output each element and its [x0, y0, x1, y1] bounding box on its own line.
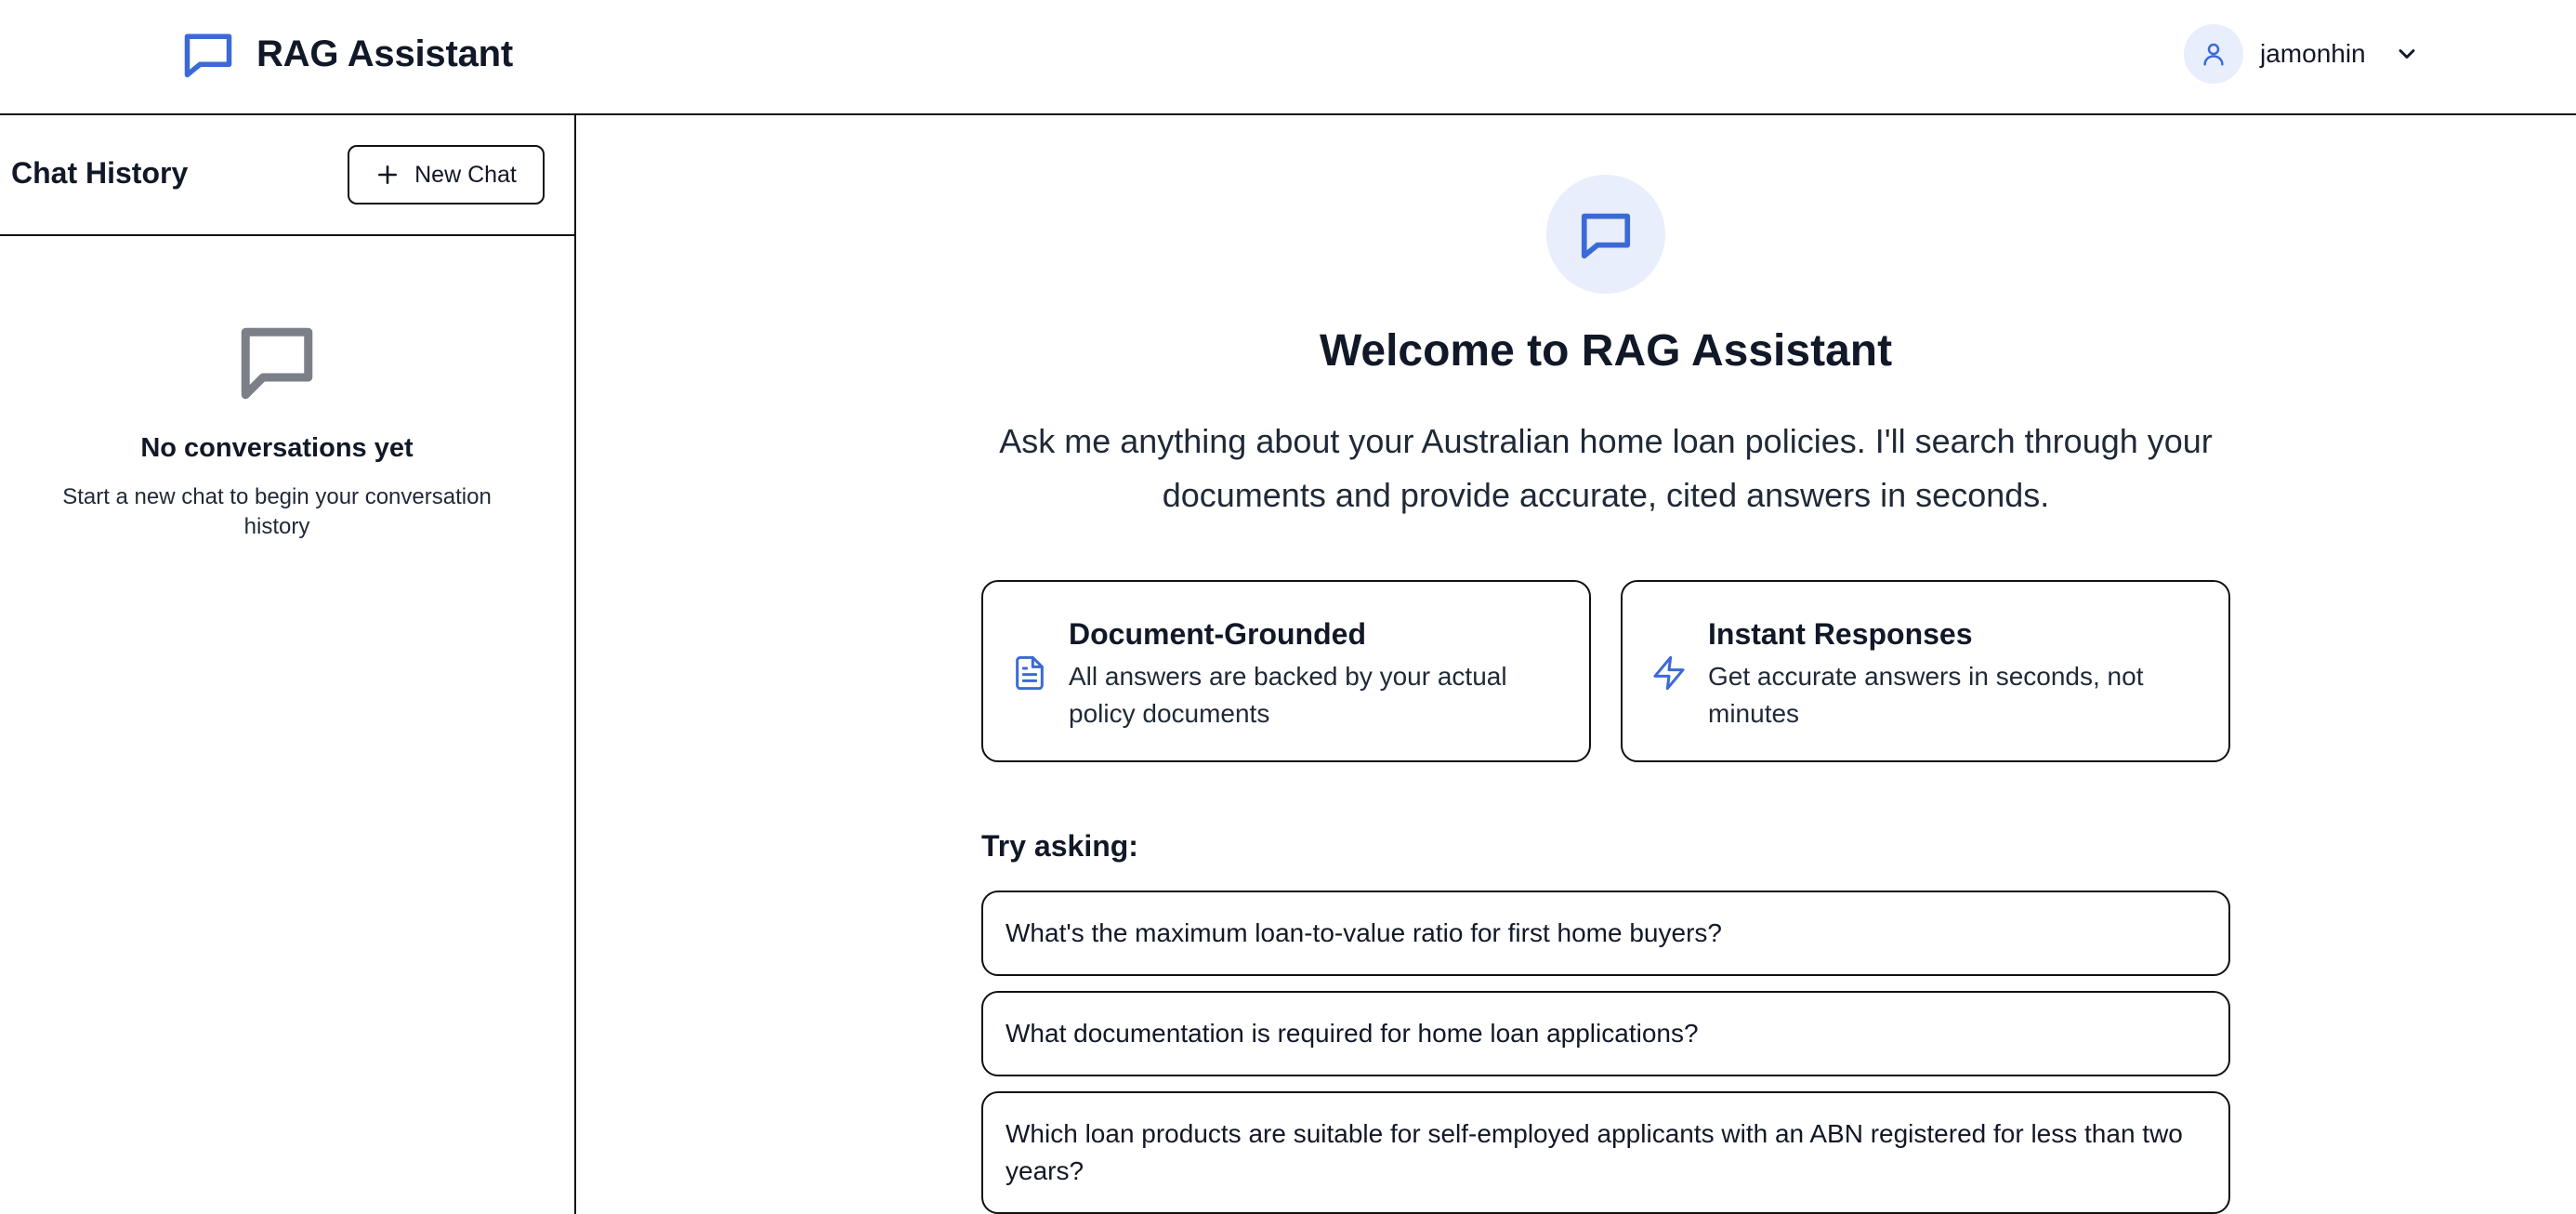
main-content: Welcome to RAG Assistant Ask me anything… — [578, 117, 2576, 1214]
document-icon — [1016, 655, 1044, 691]
new-chat-label: New Chat — [414, 161, 517, 188]
feature-card-document-grounded: Document-Grounded All answers are backed… — [981, 580, 1591, 762]
username: jamonhin — [2260, 39, 2366, 68]
hero-badge — [1546, 175, 1665, 294]
brand[interactable]: RAG Assistant — [180, 26, 513, 82]
chat-history-sidebar: Chat History New Chat No conversations y… — [0, 115, 576, 1214]
welcome-title: Welcome to RAG Assistant — [1319, 326, 1893, 376]
feature-title: Instant Responses — [1708, 617, 1973, 651]
try-asking-heading: Try asking: — [981, 829, 1138, 863]
sidebar-header: Chat History New Chat — [0, 115, 574, 236]
user-menu[interactable]: jamonhin — [2184, 24, 2420, 84]
empty-state: No conversations yet Start a new chat to… — [0, 322, 554, 542]
message-square-icon — [241, 327, 313, 400]
intro-text: Ask me anything about your Australian ho… — [999, 422, 2213, 514]
chevron-down-icon — [2399, 49, 2415, 59]
feature-description: All answers are backed by your actual po… — [1069, 662, 1507, 728]
feature-card-instant-responses: Instant Responses Get accurate answers i… — [1621, 580, 2230, 762]
user-icon — [2203, 43, 2224, 66]
suggestion-button[interactable]: Which loan products are suitable for sel… — [981, 1091, 2230, 1214]
chat-bubble-icon — [1581, 213, 1631, 259]
empty-subtitle: Start a new chat to begin your conversat… — [62, 484, 492, 539]
chat-bubble-icon — [184, 33, 232, 78]
new-chat-button[interactable]: New Chat — [348, 145, 545, 205]
top-header: RAG Assistant jamonhin — [0, 0, 2576, 115]
feature-description: Get accurate answers in seconds, not min… — [1708, 662, 2144, 728]
lightning-icon — [1653, 655, 1685, 691]
app-title: RAG Assistant — [256, 33, 513, 74]
suggestion-button[interactable]: What's the maximum loan-to-value ratio f… — [981, 891, 2230, 976]
sidebar-title: Chat History — [11, 156, 189, 190]
feature-title: Document-Grounded — [1069, 617, 1366, 651]
plus-icon — [378, 165, 398, 184]
suggestion-text: What documentation is required for home … — [1005, 1019, 1699, 1048]
suggestion-text: What's the maximum loan-to-value ratio f… — [1005, 918, 1722, 947]
empty-title: No conversations yet — [140, 433, 414, 463]
avatar — [2184, 24, 2243, 84]
suggestion-text: Which loan products are suitable for sel… — [1005, 1119, 2183, 1185]
suggestion-button[interactable]: What documentation is required for home … — [981, 991, 2230, 1076]
